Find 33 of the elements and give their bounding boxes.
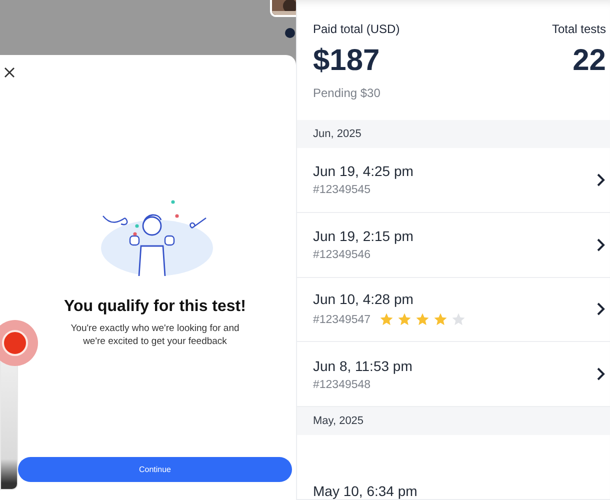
chevron-right-icon bbox=[596, 302, 606, 316]
star-icon bbox=[450, 312, 466, 328]
continue-button[interactable]: Continue bbox=[18, 457, 292, 482]
test-row[interactable]: Jun 19, 2:15 pm #12349546 bbox=[297, 212, 610, 278]
test-id: #12349548 bbox=[313, 378, 371, 391]
test-date: Jun 8, 11:53 pm bbox=[313, 358, 414, 374]
pending-amount: Pending $30 bbox=[313, 86, 382, 100]
paid-total-label: Paid total (USD) bbox=[313, 22, 401, 36]
test-date: May 10, 6:34 pm bbox=[313, 482, 418, 499]
star-icon bbox=[396, 312, 412, 328]
chevron-right-icon bbox=[596, 367, 606, 382]
section-heading: May, 2025 bbox=[297, 407, 610, 436]
test-row[interactable]: May 10, 6:34 pm bbox=[297, 435, 610, 500]
test-id: #12349545 bbox=[313, 184, 371, 196]
chevron-right-icon bbox=[596, 238, 606, 252]
star-icon bbox=[432, 312, 448, 328]
modal-message: You're exactly who we're looking for and we're excited to get your feedback bbox=[70, 322, 240, 349]
test-id: #12349546 bbox=[313, 249, 371, 262]
star-icon bbox=[378, 312, 394, 328]
total-tests-value: 22 bbox=[572, 44, 606, 78]
test-row[interactable]: Jun 10, 4:28 pm #12349547 bbox=[297, 278, 610, 342]
section-heading: Jun, 2025 bbox=[297, 120, 610, 148]
paid-total-value: $187 bbox=[313, 44, 381, 78]
total-tests-label: Total tests bbox=[552, 22, 606, 36]
test-date: Jun 19, 4:25 pm bbox=[313, 163, 414, 180]
close-button[interactable] bbox=[2, 65, 17, 80]
modal-title: You qualify for this test! bbox=[64, 298, 246, 316]
star-icon bbox=[414, 312, 430, 328]
chevron-right-icon bbox=[596, 172, 606, 187]
test-row[interactable]: Jun 19, 4:25 pm #12349545 bbox=[297, 148, 610, 213]
test-id: #12349547 bbox=[313, 314, 371, 326]
test-date: Jun 10, 4:28 pm bbox=[313, 291, 414, 308]
test-date: Jun 19, 2:15 pm bbox=[313, 228, 414, 244]
